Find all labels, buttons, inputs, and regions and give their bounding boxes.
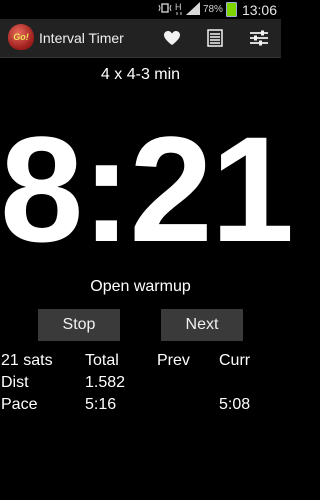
mute-vibrate-icon [158, 2, 172, 17]
stats-header-curr: Curr [219, 352, 251, 369]
app-logo-text: Go! [13, 32, 29, 42]
list-icon[interactable] [204, 27, 226, 49]
action-bar: Go! Interval Timer [0, 19, 281, 58]
stats-row-label: Dist [1, 374, 29, 391]
data-h-icon: H [175, 1, 183, 18]
stats-total-value: 5:16 [85, 396, 117, 413]
workout-name: 4 x 4-3 min [100, 66, 181, 83]
next-button[interactable]: Next [161, 309, 243, 341]
settings-sliders-icon[interactable] [248, 27, 270, 49]
stats-header-row: 21 sats Total Prev Curr [0, 352, 281, 374]
stats-row-dist: Dist 1.582 [0, 374, 281, 396]
stats-header-sats: 21 sats [1, 352, 53, 369]
stats-row-label: Pace [1, 396, 38, 413]
stats-curr-value: 5:08 [219, 396, 251, 413]
stop-button[interactable]: Stop [38, 309, 120, 341]
app-title: Interval Timer [39, 30, 124, 46]
stats-table: 21 sats Total Prev Curr Dist 1.582 Pace … [0, 352, 281, 418]
app-logo[interactable]: Go! [8, 24, 34, 50]
heart-icon[interactable] [161, 27, 183, 49]
battery-percent: 78% [202, 4, 223, 15]
stats-row-pace: Pace 5:16 5:08 [0, 396, 281, 418]
status-bar: H 78% 13:06 [0, 0, 281, 19]
stats-total-value: 1.582 [85, 374, 126, 391]
signal-icon [185, 1, 200, 18]
status-clock: 13:06 [241, 1, 277, 18]
svg-text:H: H [175, 2, 182, 12]
battery-icon [225, 2, 237, 17]
timer-display: 8:21 [0, 105, 294, 273]
stats-header-total: Total [85, 352, 119, 369]
stats-header-prev: Prev [157, 352, 190, 369]
phase-label: Open warmup [90, 278, 191, 295]
